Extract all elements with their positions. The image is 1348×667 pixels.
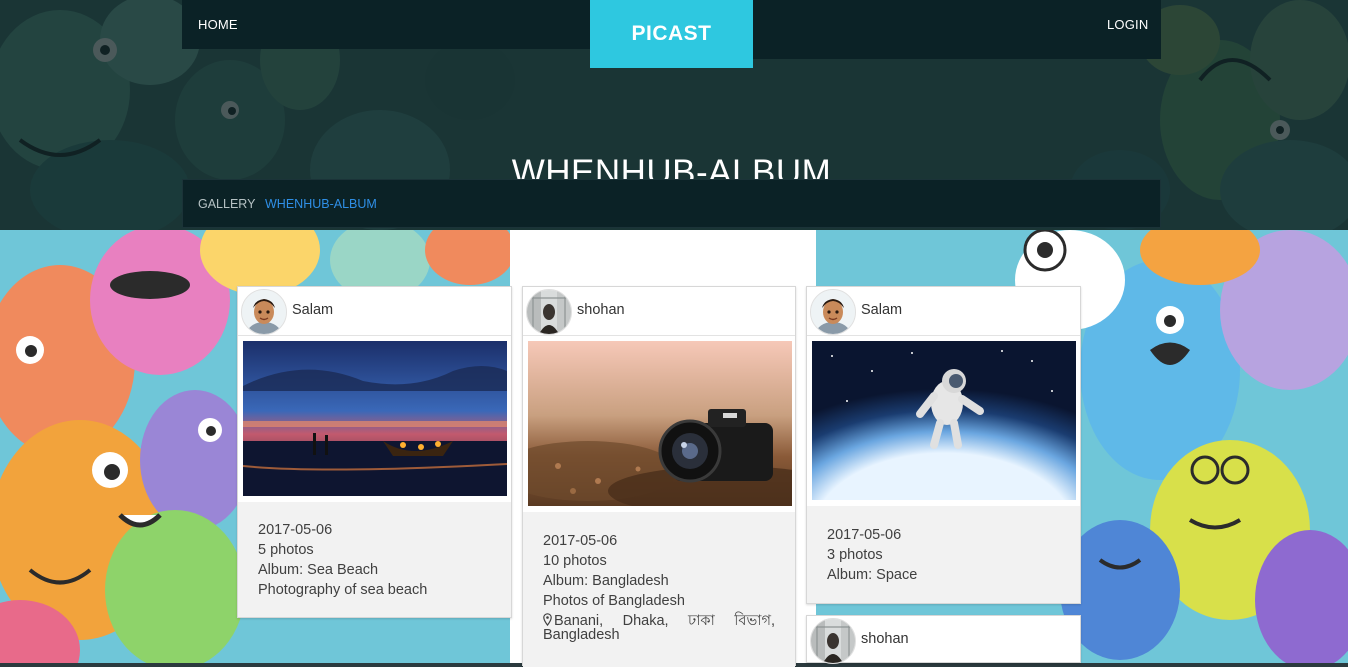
album-date: 2017-05-06 xyxy=(258,522,333,538)
astronaut-photo xyxy=(812,341,1076,500)
avatar-photo-icon xyxy=(811,619,855,663)
card-details: 2017-05-06 3 photos Album: Space xyxy=(807,506,1080,603)
map-marker-icon xyxy=(543,613,552,626)
card-username[interactable]: Salam xyxy=(292,302,333,318)
nav-home-link[interactable]: HOME xyxy=(198,17,238,32)
album-location-text: Banani, Dhaka, ঢাকা বিভাগ, Bangladesh xyxy=(543,613,775,643)
camera-photo xyxy=(528,341,792,506)
album-cover-image[interactable] xyxy=(812,341,1076,500)
avatar[interactable] xyxy=(810,289,856,335)
album-card[interactable]: shohan 2017-05-06 10 photos Album: Bangl… xyxy=(522,286,796,667)
album-photo-count: 10 photos xyxy=(543,553,607,569)
album-cover-image[interactable] xyxy=(243,341,507,496)
album-photo-count: 3 photos xyxy=(827,547,883,563)
sea-beach-photo xyxy=(243,341,507,496)
breadcrumb: GALLERY WHENHUB-ALBUM xyxy=(182,179,1161,228)
avatar[interactable] xyxy=(526,289,572,335)
card-header: shohan xyxy=(523,287,795,336)
album-name: Album: Sea Beach xyxy=(258,562,379,578)
card-username[interactable]: Salam xyxy=(861,302,902,318)
card-details: 2017-05-06 10 photos Album: Bangladesh P… xyxy=(523,512,795,667)
avatar[interactable] xyxy=(810,618,856,664)
album-description: Photography of sea beach xyxy=(258,582,428,598)
album-card[interactable]: Salam 2017-05-06 5 photos Album: Sea Bea… xyxy=(237,286,512,618)
card-username[interactable]: shohan xyxy=(861,631,909,647)
album-card[interactable]: shohan xyxy=(806,615,1081,664)
card-header: shohan xyxy=(807,616,1080,664)
album-date: 2017-05-06 xyxy=(827,527,902,543)
avatar-cartoon-icon xyxy=(811,290,855,334)
album-cover-image[interactable] xyxy=(528,341,792,506)
avatar-cartoon-icon xyxy=(242,290,286,334)
card-header: Salam xyxy=(238,287,511,336)
navbar-right-section xyxy=(753,0,1161,59)
avatar[interactable] xyxy=(241,289,287,335)
album-name: Album: Space xyxy=(827,567,918,583)
album-location: Banani, Dhaka, ঢাকা বিভাগ, Bangladesh xyxy=(543,613,775,642)
breadcrumb-gallery-link[interactable]: GALLERY xyxy=(198,197,255,211)
album-photo-count: 5 photos xyxy=(258,542,314,558)
album-date: 2017-05-06 xyxy=(543,533,618,549)
card-username[interactable]: shohan xyxy=(577,302,625,318)
card-details: 2017-05-06 5 photos Album: Sea Beach Pho… xyxy=(238,502,511,617)
card-header: Salam xyxy=(807,287,1080,336)
album-card[interactable]: Salam 2017-05-06 3 photos Album: Space xyxy=(806,286,1081,604)
breadcrumb-current: WHENHUB-ALBUM xyxy=(265,197,377,211)
album-name: Album: Bangladesh xyxy=(543,573,669,589)
album-description: Photos of Bangladesh xyxy=(543,593,685,609)
nav-login-link[interactable]: LOGIN xyxy=(1107,17,1148,32)
avatar-photo-icon xyxy=(527,290,571,334)
brand-logo[interactable]: PICAST xyxy=(590,0,753,68)
